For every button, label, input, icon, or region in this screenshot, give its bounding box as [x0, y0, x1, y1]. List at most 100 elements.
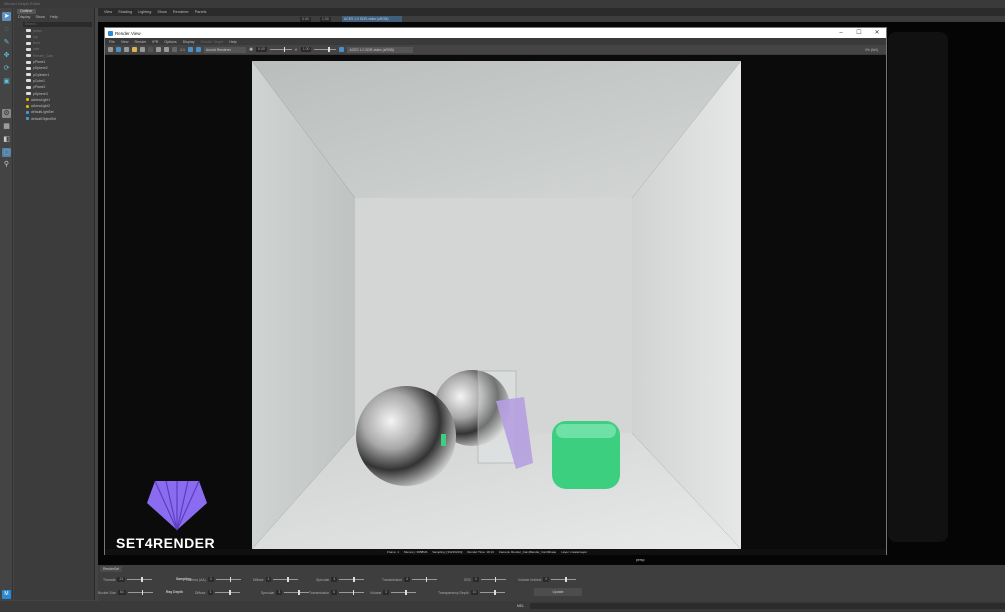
- render-region-icon[interactable]: [140, 47, 145, 52]
- setting-slider[interactable]: [215, 577, 241, 582]
- viewport-gamma-field[interactable]: 1.00: [320, 16, 331, 22]
- move-tool-icon[interactable]: ✥: [2, 51, 11, 60]
- render-view-menu-item[interactable]: Help: [229, 40, 236, 44]
- gamma-slider[interactable]: [314, 47, 337, 52]
- outliner-item[interactable]: defaultLightSet: [26, 110, 54, 115]
- renderer-dropdown[interactable]: Arnold Renderer: [204, 46, 246, 53]
- save-image-icon[interactable]: [108, 47, 113, 52]
- setting-slider[interactable]: [339, 577, 365, 582]
- snapshot-icon[interactable]: [124, 47, 129, 52]
- render-view-menu-item[interactable]: IPR: [152, 40, 158, 44]
- setting-slider[interactable]: [480, 590, 506, 595]
- exposure-slider[interactable]: [269, 47, 292, 52]
- setting-field[interactable]: 6: [331, 590, 337, 595]
- fit-icon[interactable]: [172, 47, 177, 52]
- close-icon[interactable]: ✕: [868, 28, 886, 38]
- rotate-tool-icon[interactable]: ⟳: [2, 64, 11, 73]
- tab-renderset[interactable]: RenderSet: [100, 566, 123, 572]
- setting-field[interactable]: 4: [404, 577, 410, 582]
- tab-outliner[interactable]: Outliner: [17, 9, 36, 14]
- color-management-icon[interactable]: [339, 47, 345, 52]
- setting-field[interactable]: 4: [331, 577, 338, 582]
- outliner-item[interactable]: pSphere3: [26, 91, 48, 96]
- setting-slider[interactable]: [480, 577, 506, 582]
- mel-input[interactable]: [530, 603, 1005, 609]
- outliner-menu-help[interactable]: Help: [50, 15, 58, 19]
- colorspace-dropdown[interactable]: ACES 1.0 SDR-video (sRGB): [347, 46, 414, 53]
- paint-tool-icon[interactable]: ✎: [2, 38, 11, 47]
- outliner-item[interactable]: pPlane1: [26, 60, 45, 65]
- gamma-field[interactable]: 1.00: [300, 47, 312, 52]
- outliner-item[interactable]: persp: [26, 28, 41, 33]
- display-icon[interactable]: [196, 47, 201, 52]
- render-view-menu-item[interactable]: Render: [135, 40, 147, 44]
- layout-icon[interactable]: ⚙: [2, 109, 11, 118]
- setting-field[interactable]: 3: [207, 577, 214, 582]
- render-image-area[interactable]: SET4RENDER: [105, 55, 886, 551]
- scale-tool-icon[interactable]: ▣: [2, 77, 11, 86]
- select-tool-icon[interactable]: ➤: [2, 12, 11, 21]
- render-view-menu-item[interactable]: Render Target: [201, 40, 224, 44]
- outliner-menu-show[interactable]: Show: [35, 15, 45, 19]
- render-view-menu-item[interactable]: View: [121, 40, 129, 44]
- setting-slider[interactable]: [411, 577, 437, 582]
- setting-field[interactable]: 3: [207, 590, 214, 595]
- render-icon[interactable]: [116, 47, 121, 52]
- outliner-item[interactable]: front: [26, 41, 40, 46]
- maximize-icon[interactable]: ☐: [850, 28, 868, 38]
- outliner-item[interactable]: aiAreaLight1: [26, 97, 50, 102]
- minimize-icon[interactable]: –: [832, 28, 850, 38]
- setting-field[interactable]: 10: [470, 590, 479, 595]
- channel-icon[interactable]: [188, 47, 193, 52]
- layout-split-icon[interactable]: ◧: [2, 135, 11, 144]
- search-icon[interactable]: ⚲: [2, 160, 11, 169]
- setting-slider[interactable]: [391, 590, 417, 595]
- refresh-icon[interactable]: [148, 47, 153, 52]
- setting-slider[interactable]: [273, 577, 299, 582]
- setting-field[interactable]: 4: [472, 577, 479, 582]
- setting-slider[interactable]: [215, 590, 241, 595]
- viewport-menu-item[interactable]: View: [104, 10, 112, 14]
- viewport-menu-item[interactable]: Renderer: [173, 10, 189, 14]
- outliner-menu-display[interactable]: Display: [18, 15, 30, 19]
- outliner-item[interactable]: Render_Cam: [26, 53, 53, 58]
- setting-field[interactable]: 24: [117, 577, 126, 582]
- setting-field[interactable]: 0: [383, 590, 390, 595]
- viewport-menu-item[interactable]: Show: [157, 10, 167, 14]
- outliner-search-input[interactable]: Search...: [23, 22, 92, 27]
- mel-label[interactable]: MEL: [517, 604, 524, 608]
- outliner-item[interactable]: pCube1: [26, 78, 45, 83]
- setting-field[interactable]: 3: [276, 590, 283, 595]
- setting-slider[interactable]: [284, 590, 310, 595]
- viewport-menu-item[interactable]: Panels: [195, 10, 207, 14]
- layout-grid-icon[interactable]: ▦: [2, 122, 11, 131]
- render-view-menu-item[interactable]: Options: [164, 40, 176, 44]
- lasso-tool-icon[interactable]: ◌: [2, 25, 11, 34]
- setting-slider[interactable]: [127, 590, 153, 595]
- viewport-menu-item[interactable]: Shading: [118, 10, 132, 14]
- keep-image-icon[interactable]: [156, 47, 161, 52]
- outliner-item[interactable]: pCylinder1: [26, 72, 49, 77]
- update-button[interactable]: Update: [534, 588, 582, 596]
- outliner-item[interactable]: side: [26, 47, 39, 52]
- setting-field[interactable]: 64: [117, 590, 126, 595]
- setting-field[interactable]: 0: [543, 577, 550, 582]
- render-view-menu-item[interactable]: File: [109, 40, 115, 44]
- viewport-menu-item[interactable]: Lighting: [138, 10, 151, 14]
- exposure-field[interactable]: 0.00: [256, 47, 267, 52]
- setting-field[interactable]: 4: [265, 577, 272, 582]
- ipr-icon[interactable]: [132, 47, 137, 52]
- outliner-item[interactable]: defaultObjectSet: [26, 116, 56, 121]
- remove-image-icon[interactable]: [164, 47, 169, 52]
- setting-slider[interactable]: [551, 577, 577, 582]
- render-view-menu-item[interactable]: Display: [183, 40, 195, 44]
- outliner-item[interactable]: pSphere2: [26, 66, 48, 71]
- outliner-item[interactable]: aiAreaLight2: [26, 104, 50, 109]
- setting-slider[interactable]: [127, 577, 153, 582]
- outliner-item[interactable]: pPlane2: [26, 85, 45, 90]
- layout-single-icon[interactable]: ▢: [2, 148, 11, 157]
- outliner-item[interactable]: top: [26, 34, 38, 39]
- viewport-exposure-field[interactable]: 0.00: [300, 16, 311, 22]
- real-size-button[interactable]: 1:1: [180, 48, 185, 52]
- setting-slider[interactable]: [338, 590, 364, 595]
